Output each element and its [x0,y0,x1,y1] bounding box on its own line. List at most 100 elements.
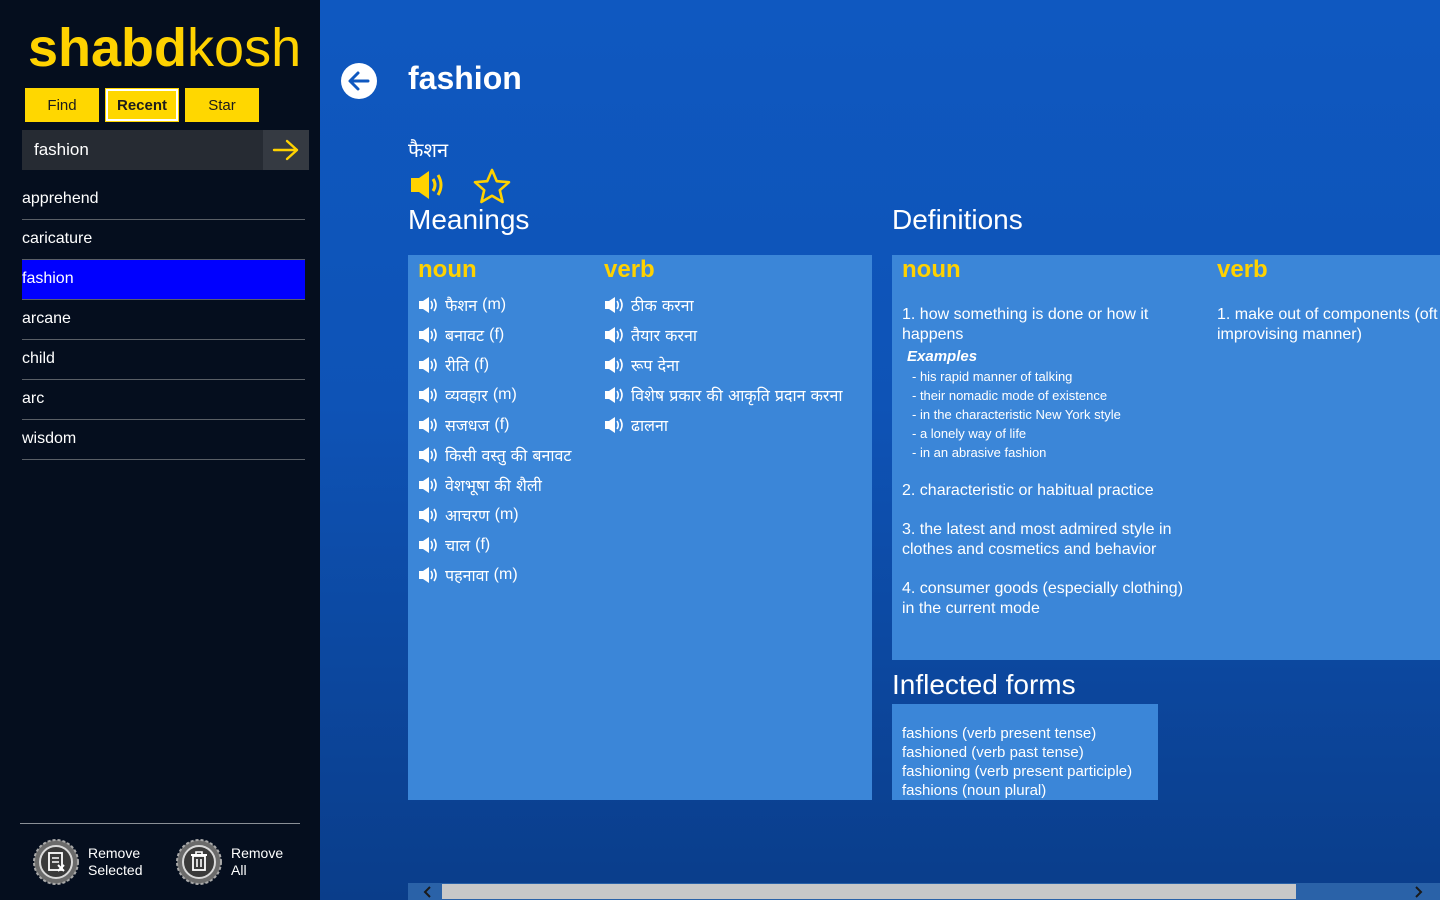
recent-item-apprehend[interactable]: apprehend [22,180,305,220]
speaker-icon [418,506,440,524]
favorite-button[interactable] [472,168,512,208]
example-item: - in an abrasive fashion [912,445,1047,460]
inflected-item: fashioning (verb present participle) [902,763,1133,780]
recent-item-arcane[interactable]: arcane [22,300,305,340]
speaker-icon [418,356,440,374]
meaning-text: पहनावा [445,566,489,585]
logo-light-text: kosh [187,18,302,78]
meaning-item[interactable]: ढालना [604,410,843,440]
tab-find[interactable]: Find [25,88,99,122]
pronounce-button[interactable] [410,170,448,204]
search-box [22,130,309,170]
remove-all-line2: All [231,862,247,878]
meanings-verb-label: verb [604,256,655,283]
definition-text: 1. how something is done or how it happe… [902,306,1149,343]
meaning-item[interactable]: ठीक करना [604,290,843,320]
scroll-right-button[interactable] [1408,883,1428,900]
meaning-item[interactable]: वेशभूषा की शैली [418,470,576,500]
definitions-verb-label: verb [1217,256,1268,283]
meaning-text: सजधज [445,416,490,435]
example-item: - his rapid manner of talking [912,369,1073,384]
trash-icon [176,839,222,885]
speaker-icon [418,296,440,314]
recent-item-child[interactable]: child [22,340,305,380]
scroll-left-button[interactable] [418,883,438,900]
speaker-icon [604,356,626,374]
recent-item-fashion[interactable]: fashion [22,260,305,300]
definitions-panel: noun 1. how something is done or how it … [892,255,1440,660]
remove-selected-icon [33,839,79,885]
definition-text: 4. consumer goods (especially clothing) … [902,580,1184,617]
definition-item: 1. make out of components (oft improvisi… [1217,305,1440,345]
tab-recent[interactable]: Recent [105,88,179,122]
speaker-icon [418,566,440,584]
horizontal-scrollbar[interactable] [408,883,1440,900]
remove-selected-button[interactable]: Remove Selected [32,838,142,886]
examples-title: Examples [907,348,978,365]
inflected-panel: fashions (verb present tense) fashioned … [892,704,1158,800]
meaning-item[interactable]: पहनावा (m) [418,560,576,590]
gender-tag: (f) [473,356,490,373]
speaker-icon [418,446,440,464]
app-logo: shabdkosh [28,16,301,80]
recent-item-wisdom[interactable]: wisdom [22,420,305,460]
remove-all-label: Remove All [231,845,283,879]
meaning-text: आचरण [445,506,490,525]
speaker-icon [418,536,440,554]
gender-tag: (m) [494,506,519,523]
meaning-text: बनावट [445,326,485,345]
meaning-item[interactable]: रीति (f) [418,350,576,380]
meanings-noun-label: noun [418,256,477,283]
meanings-panel: noun फैशन (m) बनावट (f) रीति (f) व्यवहार (m)… [408,255,872,800]
remove-all-line1: Remove [231,845,284,861]
meaning-item[interactable]: रूप देना [604,350,843,380]
star-icon [473,168,511,204]
tab-star[interactable]: Star [185,88,259,122]
search-go-button[interactable] [263,130,309,170]
remove-all-button[interactable]: Remove All [175,838,283,886]
meaning-text: रीति [445,356,469,375]
meaning-text: चाल [445,536,471,555]
speaker-icon [418,416,440,434]
remove-selected-line2: Selected [88,862,143,878]
recent-item-caricature[interactable]: caricature [22,220,305,260]
meaning-item[interactable]: फैशन (m) [418,290,576,320]
definitions-heading: Definitions [892,204,1023,235]
speaker-icon [604,296,626,314]
meaning-item[interactable]: चाल (f) [418,530,576,560]
search-input[interactable] [22,130,263,170]
example-item: - a lonely way of life [912,426,1027,441]
meaning-text: ढालना [631,416,669,435]
meanings-heading: Meanings [408,204,530,235]
speaker-icon [418,476,440,494]
meaning-item[interactable]: विशेष प्रकार की आकृति प्रदान करना [604,380,843,410]
gender-tag: (m) [493,566,518,583]
definitions-noun-list: 1. how something is done or how it happe… [902,305,1192,638]
back-button[interactable] [340,62,378,100]
remove-selected-line1: Remove [88,845,141,861]
arrow-right-icon [272,139,299,161]
chevron-left-icon [423,885,431,898]
definitions-noun-label: noun [902,256,961,283]
inflected-item: fashions (verb present tense) [902,725,1097,742]
back-arrow-icon [341,63,377,99]
meaning-text: व्यवहार [445,386,488,405]
recent-item-arc[interactable]: arc [22,380,305,420]
speaker-icon [411,171,443,199]
definition-item: 2. characteristic or habitual practice [902,481,1192,501]
meaning-item[interactable]: तैयार करना [604,320,843,350]
definition-item: 4. consumer goods (especially clothing) … [902,579,1192,619]
meaning-item[interactable]: बनावट (f) [418,320,576,350]
inflected-item: fashions (noun plural) [902,782,1047,799]
meaning-text: रूप देना [631,356,680,375]
meaning-item[interactable]: आचरण (m) [418,500,576,530]
meaning-item[interactable]: सजधज (f) [418,410,576,440]
inflected-item: fashioned (verb past tense) [902,744,1084,761]
meaning-item[interactable]: किसी वस्तु की बनावट [418,440,576,470]
mode-tabs: Find Recent Star [25,88,259,122]
scroll-thumb[interactable] [442,884,1296,899]
inflected-list: fashions (verb present tense) fashioned … [902,724,1132,800]
meaning-item[interactable]: व्यवहार (m) [418,380,576,410]
hindi-translation: फैशन [408,138,449,162]
meaning-text: तैयार करना [631,326,698,345]
